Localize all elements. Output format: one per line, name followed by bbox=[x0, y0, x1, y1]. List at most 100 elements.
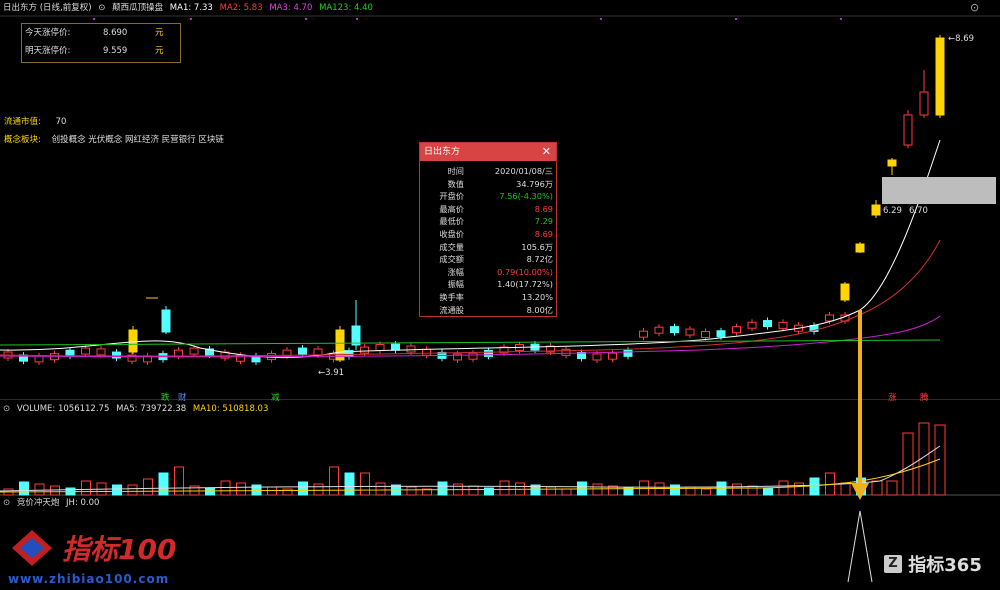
candle bbox=[81, 347, 90, 355]
popup-row-value: 8.00亿 bbox=[526, 304, 553, 315]
candle bbox=[161, 309, 171, 333]
candle bbox=[189, 347, 199, 355]
popup-row: 开盘价 7.56(-4.30%) bbox=[420, 190, 556, 202]
volume-bar bbox=[670, 484, 680, 496]
candle bbox=[732, 326, 741, 334]
popup-row-value: 1.40(17.72%) bbox=[497, 279, 553, 290]
candle bbox=[96, 348, 106, 356]
popup-row-label: 数值 bbox=[447, 178, 464, 189]
popup-row-label: 涨幅 bbox=[447, 266, 464, 277]
candle bbox=[825, 314, 834, 322]
popup-row: 时间 2020/01/08/三 bbox=[420, 165, 556, 177]
candle bbox=[716, 330, 726, 338]
volume-bar bbox=[143, 478, 153, 496]
popup-row-value: 105.6万 bbox=[521, 241, 553, 252]
popup-row-label: 成交量 bbox=[439, 241, 464, 252]
high-price-label: ←8.69 bbox=[948, 34, 975, 44]
right-watermark-icon: Z bbox=[884, 555, 902, 573]
volume-bar bbox=[313, 483, 324, 496]
popup-row-value: 0.79(10.00%) bbox=[497, 266, 553, 277]
candle bbox=[422, 348, 431, 356]
volume-bar bbox=[732, 483, 742, 496]
candle bbox=[871, 204, 881, 216]
jh-spike-line bbox=[847, 510, 873, 583]
left-watermark-url: www.zhibiao100.com bbox=[8, 572, 170, 586]
popup-row-value: 8.72亿 bbox=[526, 254, 553, 265]
volume-bar bbox=[406, 486, 417, 496]
ma3-line bbox=[0, 315, 941, 358]
candle bbox=[887, 159, 897, 167]
popup-row-label: 最低价 bbox=[439, 216, 464, 227]
volume-bars bbox=[3, 422, 946, 496]
popup-row-label: 流通股 bbox=[439, 304, 464, 315]
candle bbox=[128, 329, 138, 353]
candle bbox=[763, 320, 772, 328]
candle bbox=[391, 343, 400, 351]
chart-window[interactable]: 日出东方 (日线,前复权) ⊙ 颠西瓜顶操盘 MA1: 7.33 MA2: 5.… bbox=[0, 0, 1000, 590]
signal-dot bbox=[735, 18, 737, 20]
popup-row-value: 8.69 bbox=[534, 203, 553, 214]
close-icon[interactable]: ✕ bbox=[542, 143, 551, 161]
volume-bar bbox=[251, 484, 262, 496]
candle bbox=[313, 348, 323, 356]
candle bbox=[375, 344, 385, 352]
signal-dot bbox=[93, 18, 95, 20]
candle bbox=[747, 321, 757, 329]
volume-bar bbox=[778, 480, 789, 496]
signal-dot bbox=[356, 18, 358, 20]
brand-logo-icon bbox=[10, 528, 54, 568]
candle bbox=[351, 325, 361, 346]
volume-bar bbox=[871, 480, 883, 496]
popup-row-label: 时间 bbox=[447, 166, 464, 176]
popup-row-label: 振幅 bbox=[447, 279, 464, 290]
volume-bar bbox=[298, 481, 308, 496]
volume-bar bbox=[468, 485, 479, 496]
volume-bar bbox=[437, 481, 448, 496]
candle bbox=[670, 326, 679, 334]
bar-info-popup[interactable]: 日出东方 ✕ 时间 2020/01/08/三 数值 34.796万 开盘价 7.56(-4… bbox=[419, 142, 557, 317]
candle bbox=[654, 326, 664, 334]
signal-dot bbox=[600, 18, 602, 20]
candle bbox=[468, 352, 478, 360]
popup-row-label: 开盘价 bbox=[439, 191, 464, 202]
popup-row: 涨幅 0.79(10.00%) bbox=[420, 266, 556, 278]
volume-bar bbox=[886, 480, 898, 496]
popup-title: 日出东方 bbox=[424, 147, 461, 157]
volume-bar bbox=[902, 432, 914, 496]
popup-row: 数值 34.796万 bbox=[420, 178, 556, 190]
range-low-label: 6.29 bbox=[883, 206, 902, 216]
candle bbox=[685, 328, 695, 336]
high-price-value: 8.69 bbox=[955, 34, 975, 44]
signal-dot bbox=[190, 18, 192, 20]
popup-row-value: 7.56(-4.30%) bbox=[499, 191, 553, 202]
signal-dot bbox=[840, 18, 842, 20]
popup-row-label: 成交额 bbox=[439, 254, 464, 265]
volume-bar bbox=[81, 480, 91, 496]
left-watermark-brand: 指标100 bbox=[62, 533, 177, 566]
right-watermark-text: 指标365 bbox=[908, 555, 982, 576]
low-price-label: ←3.91 bbox=[318, 368, 345, 378]
candle bbox=[298, 347, 307, 355]
signal-dots bbox=[93, 18, 842, 20]
popup-row: 最低价 7.29 bbox=[420, 215, 556, 227]
candle bbox=[360, 346, 369, 354]
volume-bar bbox=[329, 466, 339, 496]
candle bbox=[701, 330, 710, 338]
volume-bar bbox=[127, 484, 138, 496]
volume-bar bbox=[360, 472, 370, 496]
volume-bar bbox=[158, 472, 169, 496]
volume-bar bbox=[747, 485, 758, 496]
candle bbox=[592, 353, 602, 361]
candle bbox=[840, 283, 850, 301]
right-watermark: Z 指标365 bbox=[884, 551, 982, 577]
popup-row-label: 收盘价 bbox=[439, 229, 464, 239]
volume-bar bbox=[19, 481, 29, 496]
popup-titlebar[interactable]: 日出东方 ✕ bbox=[420, 143, 556, 161]
popup-row: 收盘价 8.69 bbox=[420, 228, 556, 240]
popup-row-value: 13.20% bbox=[521, 292, 553, 302]
candle bbox=[112, 351, 121, 359]
candle bbox=[623, 349, 633, 357]
volume-bar bbox=[205, 487, 215, 496]
popup-row-label: 最高价 bbox=[439, 203, 464, 214]
volume-chart[interactable] bbox=[0, 401, 1000, 496]
